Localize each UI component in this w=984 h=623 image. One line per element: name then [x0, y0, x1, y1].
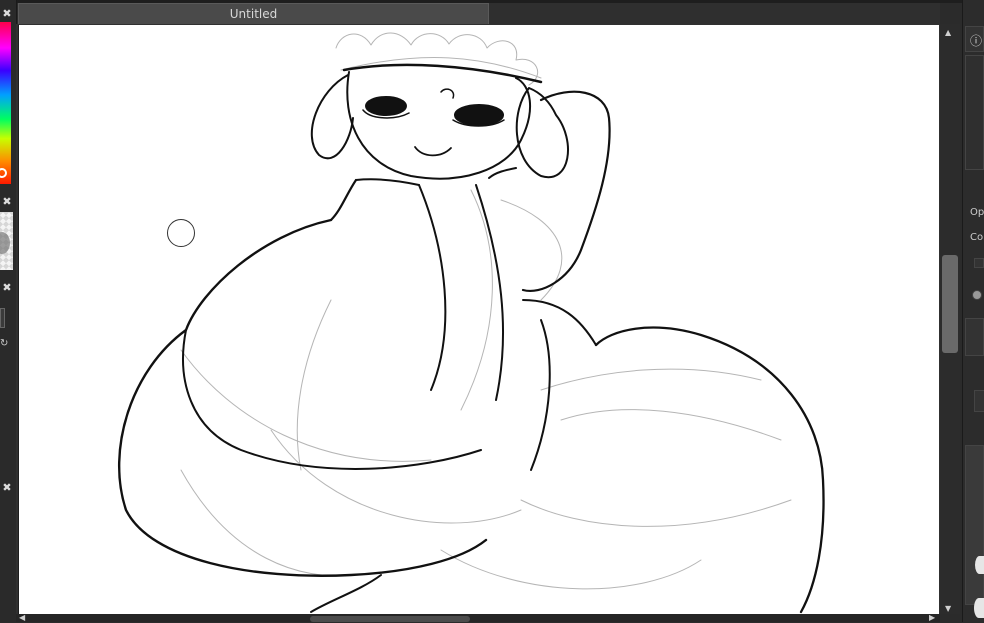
- close-navigator-panel-icon[interactable]: ✖: [0, 195, 14, 209]
- checkbox[interactable]: [974, 258, 984, 268]
- tab-bar-empty: [489, 3, 940, 24]
- close-tool-panel-icon[interactable]: ✖: [0, 281, 14, 295]
- horizontal-scroll-thumb[interactable]: [310, 616, 470, 622]
- brush-size-list[interactable]: [965, 445, 984, 605]
- option-field[interactable]: [965, 318, 984, 356]
- drawing-canvas[interactable]: [18, 25, 939, 614]
- tool-option-box[interactable]: [0, 308, 5, 328]
- vertical-scroll-thumb[interactable]: [942, 255, 958, 353]
- ink-lines: [118, 63, 825, 614]
- brush-size-dot-small[interactable]: [975, 556, 984, 574]
- info-button[interactable]: ⓘ: [965, 26, 984, 52]
- brush-size-dot-large[interactable]: [974, 598, 984, 618]
- sketch-artwork: [118, 32, 825, 614]
- close-layer-panel-icon[interactable]: ✖: [0, 481, 14, 495]
- brush-cursor: [167, 219, 195, 247]
- close-color-panel-icon[interactable]: ✖: [0, 7, 14, 21]
- scroll-down-icon[interactable]: ▼: [945, 604, 951, 614]
- rotate-icon[interactable]: ↻: [0, 338, 8, 349]
- left-dock-panel: ✖ ✖ ✖ ↻ ✖: [0, 0, 17, 622]
- hue-slider[interactable]: [0, 22, 11, 184]
- horizontal-scrollbar[interactable]: [16, 614, 940, 622]
- layer-toggle[interactable]: [974, 390, 984, 412]
- document-tab[interactable]: Untitled: [18, 3, 489, 24]
- opacity-label: Op: [970, 207, 984, 218]
- document-tab-title: Untitled: [229, 7, 278, 21]
- info-icon: ⓘ: [970, 34, 983, 48]
- scroll-up-icon[interactable]: ▲: [945, 28, 951, 38]
- radio-button[interactable]: [972, 290, 982, 300]
- color-label: Co: [970, 232, 984, 243]
- preview-box: [965, 55, 984, 170]
